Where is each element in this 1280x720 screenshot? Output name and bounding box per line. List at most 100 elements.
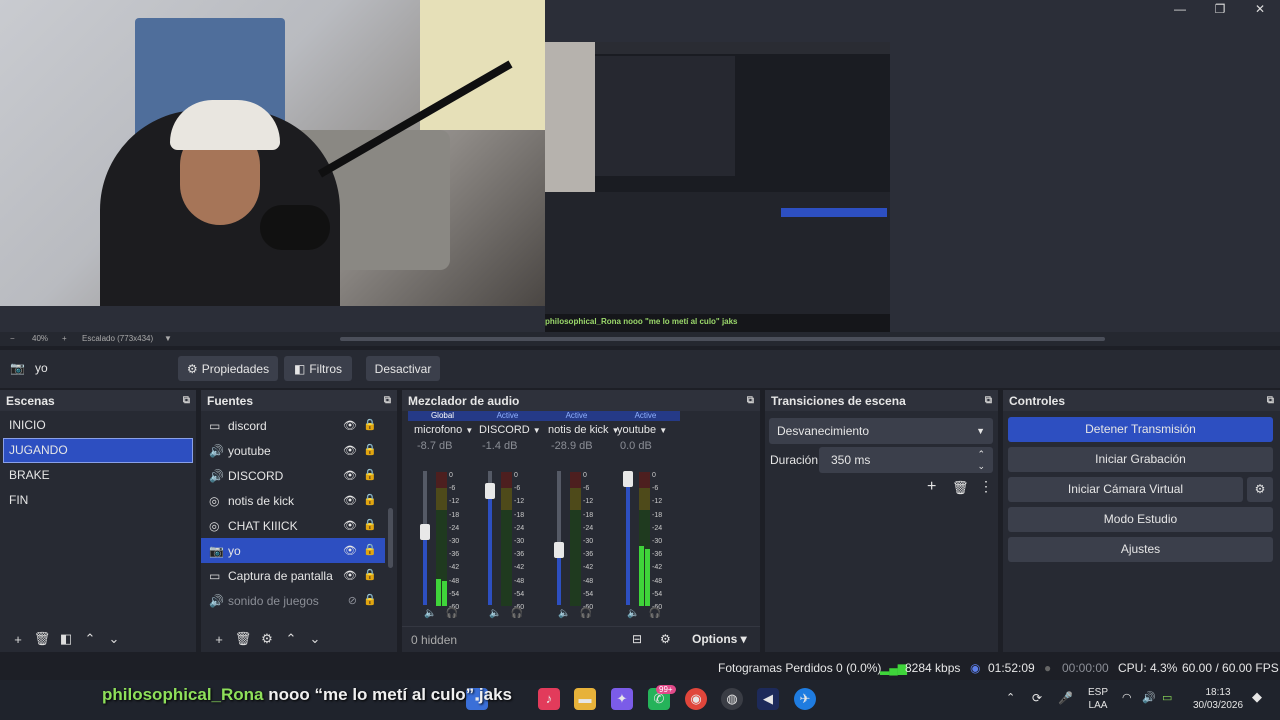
advanced-audio-icon[interactable]: ⚙ [660, 632, 671, 646]
speaker-icon[interactable]: 🔈 [627, 608, 639, 619]
source-item[interactable]: ◎ CHAT KIIICK 👁 🔒 [201, 513, 397, 538]
microphone-icon[interactable]: 🎤 [1058, 692, 1073, 705]
headphone-monitor-icon[interactable]: 🎧 [579, 608, 591, 619]
undock-icon[interactable]: ⧉ [1267, 395, 1274, 406]
speaker-icon[interactable]: 🔈 [424, 608, 436, 619]
channel-name-dropdown[interactable]: microfono ▼ [408, 424, 477, 436]
chevron-down-icon[interactable]: ⌄ [977, 453, 985, 479]
file-explorer-icon[interactable]: ▬ [574, 688, 596, 710]
undock-icon[interactable]: ⧉ [985, 395, 992, 406]
eye-icon[interactable]: 👁 [343, 519, 357, 532]
undock-icon[interactable]: ⧉ [183, 395, 190, 406]
scene-item[interactable]: FIN [0, 488, 196, 513]
move-up-icon[interactable]: ⌃ [279, 631, 303, 647]
speaker-icon[interactable]: 🔈 [489, 608, 501, 619]
undock-icon[interactable]: ⧉ [384, 395, 391, 406]
lock-icon[interactable]: 🔒 [363, 493, 377, 506]
duration-spinbox[interactable]: 350 ms ⌃ ⌄ [819, 447, 993, 473]
lock-icon[interactable]: 🔒 [363, 568, 377, 581]
zoom-in-icon[interactable]: + [62, 334, 67, 343]
headphone-monitor-icon[interactable]: 🎧 [648, 608, 660, 619]
sync-icon[interactable]: ⟳ [1032, 692, 1042, 705]
volume-slider-handle[interactable] [554, 541, 564, 558]
move-down-icon[interactable]: ⌄ [102, 631, 126, 647]
virtual-camera-settings-button[interactable]: ⚙ [1247, 477, 1273, 502]
source-item[interactable]: ◎ notis de kick 👁 🔒 [201, 488, 397, 513]
start-recording-button[interactable]: Iniciar Grabación [1008, 447, 1273, 472]
music-app-icon[interactable]: ♪ [538, 688, 560, 710]
options-button[interactable]: Options ▾ [692, 632, 747, 646]
trash-icon[interactable]: 🗑 [952, 480, 969, 496]
source-item[interactable]: ▭ discord 👁 🔒 [201, 413, 397, 438]
channel-name-dropdown[interactable]: youtube ▼ [611, 424, 680, 436]
lock-icon[interactable]: 🔒 [363, 443, 377, 456]
obs-icon[interactable]: ◍ [721, 688, 743, 710]
deactivate-button[interactable]: Desactivar [366, 356, 440, 381]
headphone-monitor-icon[interactable]: 🎧 [445, 608, 457, 619]
eye-icon[interactable]: 👁 [343, 544, 357, 557]
add-icon[interactable]: + [927, 478, 936, 496]
trash-icon[interactable]: 🗑 [231, 631, 255, 647]
browser-app-icon[interactable]: ✈ [794, 688, 816, 710]
volume-slider-handle[interactable] [420, 524, 430, 541]
source-item[interactable]: 🔊 DISCORD 👁 🔒 [201, 463, 397, 488]
lock-icon[interactable]: 🔒 [363, 468, 377, 481]
gear-icon[interactable]: ⚙ [255, 631, 279, 647]
volume-slider-handle[interactable] [623, 471, 633, 487]
add-icon[interactable]: + [207, 632, 231, 647]
settings-button[interactable]: Ajustes [1008, 537, 1273, 562]
layout-icon[interactable]: ⊟ [632, 632, 642, 646]
wifi-icon[interactable]: ◠ [1122, 692, 1132, 705]
eye-icon[interactable]: 👁 [343, 494, 357, 507]
sources-scrollbar[interactable] [388, 508, 393, 568]
editor-icon[interactable]: ◀ [757, 688, 779, 710]
filter-icon[interactable]: ◧ [54, 631, 78, 647]
volume-icon[interactable]: 🔊 [1142, 692, 1156, 705]
transition-select[interactable]: Desvanecimiento ▼ [769, 418, 993, 444]
clock[interactable]: 18:13 30/03/2026 [1190, 686, 1246, 712]
zoom-out-icon[interactable]: − [10, 334, 15, 343]
volume-slider[interactable] [557, 471, 561, 605]
close-icon[interactable]: ✕ [1240, 0, 1280, 18]
stop-stream-button[interactable]: Detener Transmisión [1008, 417, 1273, 442]
lock-icon[interactable]: 🔒 [363, 418, 377, 431]
more-icon[interactable]: ⋮ [979, 478, 993, 495]
filters-button[interactable]: ◧ Filtros [284, 356, 352, 381]
start-virtual-camera-button[interactable]: Iniciar Cámara Virtual [1008, 477, 1243, 502]
trash-icon[interactable]: 🗑 [30, 631, 54, 647]
volume-slider[interactable] [626, 471, 630, 605]
source-item[interactable]: 📷 yo 👁 🔒 [201, 538, 385, 563]
program-preview[interactable]: philosophical_Rona nooo "me lo metí al c… [0, 0, 1280, 332]
speaker-icon[interactable]: 🔈 [558, 608, 570, 619]
volume-slider-handle[interactable] [485, 482, 495, 499]
add-icon[interactable]: + [6, 632, 30, 647]
move-up-icon[interactable]: ⌃ [78, 631, 102, 647]
battery-icon[interactable]: ▭ [1162, 692, 1172, 705]
headphone-monitor-icon[interactable]: 🎧 [510, 608, 522, 619]
chevron-down-icon[interactable]: ▼ [164, 334, 172, 343]
source-item[interactable]: ▭ Captura de pantalla 👁 🔒 [201, 563, 397, 588]
scene-item[interactable]: JUGANDO [3, 438, 193, 463]
move-down-icon[interactable]: ⌄ [303, 631, 327, 647]
lock-icon[interactable]: 🔒 [363, 543, 377, 556]
chrome-icon[interactable]: ◉ [685, 688, 707, 710]
lock-icon[interactable]: 🔒 [363, 593, 377, 606]
eye-icon[interactable]: 👁 [343, 419, 357, 432]
notifications-icon[interactable]: ◆ [1252, 690, 1262, 703]
source-item[interactable]: 🔊 sonido de juegos ⊘ 🔒 [201, 588, 397, 613]
scene-item[interactable]: BRAKE [0, 463, 196, 488]
chevron-up-icon[interactable]: ⌃ [1006, 692, 1015, 705]
copilot-icon[interactable]: ✦ [611, 688, 633, 710]
eye-icon[interactable]: 👁 [343, 469, 357, 482]
undock-icon[interactable]: ⧉ [747, 395, 754, 406]
maximize-icon[interactable]: ❐ [1200, 0, 1240, 18]
eye-icon[interactable]: 👁 [343, 444, 357, 457]
studio-mode-button[interactable]: Modo Estudio [1008, 507, 1273, 532]
channel-name-dropdown[interactable]: DISCORD ▼ [473, 424, 542, 436]
properties-button[interactable]: ⚙ Propiedades [178, 356, 278, 381]
minimize-icon[interactable]: — [1160, 0, 1200, 18]
preview-scrollbar[interactable] [340, 337, 1105, 341]
eye-hidden-icon[interactable]: ⊘ [348, 594, 357, 607]
language-indicator[interactable]: ESP LAA [1086, 686, 1110, 712]
lock-icon[interactable]: 🔒 [363, 518, 377, 531]
